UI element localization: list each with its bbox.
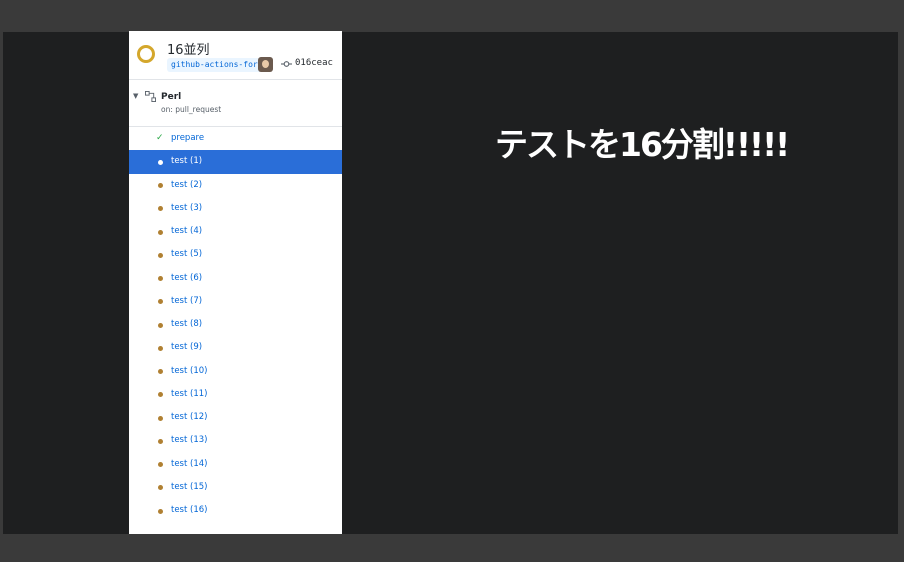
job-label: test (6) bbox=[171, 272, 203, 283]
job-label: test (13) bbox=[171, 435, 208, 446]
commit-sha[interactable]: 016ceac bbox=[295, 58, 333, 68]
job-item-test-10[interactable]: test (10) bbox=[129, 360, 342, 383]
job-label: test (15) bbox=[171, 481, 208, 492]
queued-dot-icon bbox=[158, 299, 163, 305]
job-item-test-7[interactable]: test (7) bbox=[129, 290, 342, 313]
queued-dot-icon bbox=[158, 252, 163, 258]
job-label: test (9) bbox=[171, 342, 203, 353]
job-label: test (3) bbox=[171, 202, 203, 213]
queued-dot-icon bbox=[158, 345, 163, 351]
queued-dot-icon bbox=[158, 392, 163, 398]
job-item-prepare[interactable]: ✓ prepare bbox=[129, 127, 342, 150]
job-label: prepare bbox=[171, 133, 205, 143]
job-label: test (4) bbox=[171, 226, 203, 236]
job-item-test-9[interactable]: test (9) bbox=[129, 336, 342, 359]
job-item-test-6[interactable]: test (6) bbox=[129, 267, 342, 290]
job-label: test (16) bbox=[171, 505, 208, 515]
check-icon: ✓ bbox=[156, 133, 164, 143]
caret-down-icon[interactable]: ▼ bbox=[133, 92, 138, 100]
job-label: test (7) bbox=[171, 295, 203, 306]
job-label: test (14) bbox=[171, 458, 208, 469]
queued-dot-icon bbox=[158, 183, 163, 188]
job-item-test-3[interactable]: test (3) bbox=[129, 197, 342, 220]
job-item-test-8[interactable]: test (8) bbox=[129, 313, 342, 336]
job-item-test-5[interactable]: test (5) bbox=[129, 243, 342, 266]
queued-dot-icon bbox=[158, 322, 163, 328]
run-header: 16並列 github-actions-for… 016ceac bbox=[129, 31, 342, 80]
queued-dot-icon bbox=[158, 415, 163, 421]
run-title[interactable]: 16並列 bbox=[167, 39, 210, 58]
job-item-test-11[interactable]: test (11) bbox=[129, 383, 342, 406]
job-item-test-2[interactable]: test (2) bbox=[129, 174, 342, 197]
job-item-test-1[interactable]: test (1) bbox=[129, 150, 342, 174]
queued-dot-icon bbox=[158, 206, 163, 212]
queued-dot-icon bbox=[158, 369, 163, 374]
queued-dot-icon bbox=[158, 438, 163, 444]
workflow-group: ▼ Perl on: pull_request bbox=[129, 80, 342, 127]
in-progress-status-icon bbox=[137, 45, 155, 63]
queued-dot-icon bbox=[158, 485, 163, 491]
queued-dot-icon bbox=[158, 229, 163, 235]
queued-dot-icon bbox=[158, 276, 163, 281]
job-item-test-4[interactable]: test (4) bbox=[129, 220, 342, 243]
job-label: test (10) bbox=[171, 365, 208, 376]
actions-sidebar: 16並列 github-actions-for… 016ceac ▼ Perl … bbox=[129, 31, 342, 534]
job-label: test (1) bbox=[171, 156, 203, 167]
job-item-test-14[interactable]: test (14) bbox=[129, 453, 342, 476]
job-label: test (5) bbox=[171, 249, 203, 260]
slide-headline: テストを16分割!!!!! bbox=[495, 125, 790, 164]
job-item-test-13[interactable]: test (13) bbox=[129, 429, 342, 452]
workflow-name: Perl bbox=[161, 92, 182, 102]
job-label: test (12) bbox=[171, 412, 208, 422]
running-dot-icon bbox=[158, 159, 163, 165]
job-label: test (11) bbox=[171, 388, 208, 399]
branch-tag[interactable]: github-actions-for… bbox=[167, 58, 267, 72]
job-item-test-12[interactable]: test (12) bbox=[129, 406, 342, 429]
workflow-icon bbox=[145, 91, 156, 102]
job-item-test-15[interactable]: test (15) bbox=[129, 476, 342, 499]
queued-dot-icon bbox=[158, 462, 163, 467]
workflow-trigger: on: pull_request bbox=[161, 105, 222, 114]
job-list: ✓ prepare test (1) test (2) test (3) tes… bbox=[129, 127, 342, 522]
commit-icon bbox=[281, 61, 292, 67]
job-label: test (8) bbox=[171, 319, 203, 329]
queued-dot-icon bbox=[158, 508, 163, 514]
job-label: test (2) bbox=[171, 179, 203, 190]
job-item-test-16[interactable]: test (16) bbox=[129, 499, 342, 522]
avatar[interactable] bbox=[258, 57, 273, 72]
